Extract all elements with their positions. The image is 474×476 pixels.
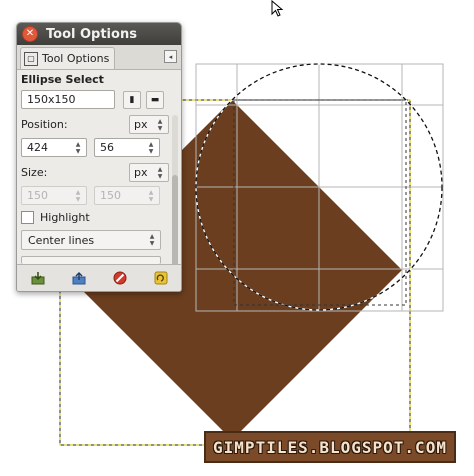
spin-arrows-icon: ▲ ▼ [148, 188, 154, 203]
delete-icon[interactable] [112, 270, 128, 286]
save-icon[interactable] [30, 270, 46, 286]
spin-arrows-icon: ▲ ▼ [75, 188, 81, 203]
next-option-row [21, 256, 161, 264]
guides-select[interactable]: Center lines ▲ ▼ [21, 230, 161, 250]
tool-name: Ellipse Select [21, 73, 104, 86]
highlight-label: Highlight [40, 211, 90, 224]
position-x-value: 424 [27, 141, 48, 154]
size-width-value: 150 [27, 189, 48, 202]
guides-value: Center lines [28, 233, 95, 247]
reset-icon[interactable] [153, 270, 169, 286]
options-scrollbar[interactable] [172, 115, 178, 279]
tool-options-icon: ▢ [24, 51, 38, 66]
watermark-banner: GIMPTILES.BLOGSPOT.COM [204, 431, 456, 463]
landscape-icon[interactable]: ▬ [146, 90, 164, 109]
size-height-input: 150 ▲ ▼ [94, 186, 160, 205]
position-y-value: 56 [100, 141, 114, 154]
tab-menu-icon[interactable]: ◂ [164, 50, 177, 63]
position-unit-select[interactable]: px ▲ ▼ [129, 115, 169, 134]
size-width-input: 150 ▲ ▼ [21, 186, 87, 205]
tab-bar: ▢ Tool Options ◂ [17, 45, 181, 70]
position-label: Position: [21, 118, 68, 131]
highlight-checkbox[interactable] [21, 211, 34, 224]
size-unit-select[interactable]: px ▲ ▼ [129, 163, 169, 182]
tab-tool-options[interactable]: ▢ Tool Options [20, 47, 116, 69]
chevron-updown-icon: ▲ ▼ [157, 165, 163, 180]
portrait-icon[interactable]: ▮ [123, 90, 141, 109]
tool-options-dialog[interactable]: ✕ Tool Options ▢ Tool Options ◂ Ellipse … [16, 22, 182, 292]
dialog-title: Tool Options [46, 26, 137, 42]
scrollbar-thumb[interactable] [172, 175, 178, 270]
preset-input[interactable]: 150x150 [21, 90, 115, 109]
position-x-input[interactable]: 424 ▲ ▼ [21, 138, 87, 157]
position-y-input[interactable]: 56 ▲ ▼ [94, 138, 160, 157]
close-icon[interactable]: ✕ [22, 26, 38, 42]
watermark-text: GIMPTILES.BLOGSPOT.COM [213, 437, 447, 457]
chevron-updown-icon: ▲ ▼ [157, 117, 163, 132]
preset-value: 150x150 [27, 93, 76, 106]
spin-arrows-icon[interactable]: ▲ ▼ [72, 141, 84, 155]
tab-label: Tool Options [42, 52, 110, 65]
dialog-titlebar[interactable]: ✕ Tool Options [17, 23, 181, 45]
size-height-value: 150 [100, 189, 121, 202]
dialog-bottom-bar [17, 264, 181, 291]
spin-arrows-icon[interactable]: ▲ ▼ [145, 141, 157, 155]
chevron-updown-icon: ▲ ▼ [149, 233, 155, 247]
position-unit-value: px [134, 118, 148, 131]
mouse-pointer-icon [271, 0, 284, 17]
restore-icon[interactable] [71, 270, 87, 286]
size-unit-value: px [134, 166, 148, 179]
tool-options-content: Ellipse Select 150x150 ▮ ▬ Position: px … [17, 70, 181, 264]
size-label: Size: [21, 166, 48, 179]
